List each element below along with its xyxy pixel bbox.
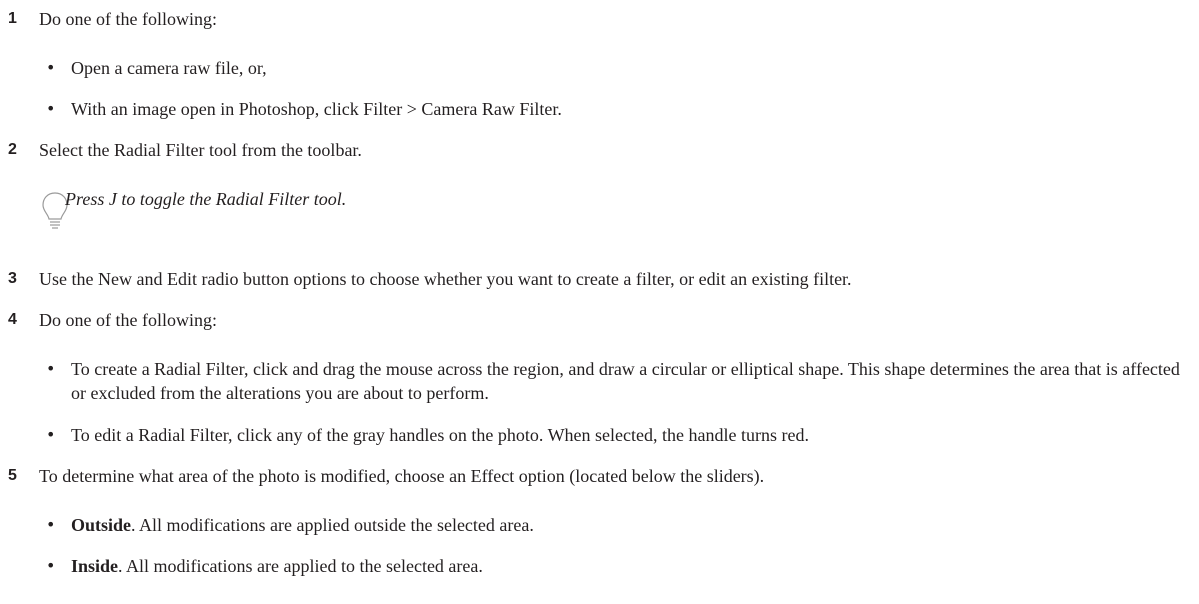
- option-term: Outside: [71, 515, 132, 535]
- option-description: . All modifications are applied outside …: [131, 515, 534, 535]
- step-number: 2: [8, 141, 17, 158]
- document-page: 1 Do one of the following: • Open a came…: [0, 0, 1199, 604]
- step-text: Select the Radial Filter tool from the t…: [39, 140, 362, 160]
- step-number: 5: [8, 467, 17, 484]
- step-number: 4: [8, 311, 17, 328]
- list-item-text: With an image open in Photoshop, click F…: [71, 99, 562, 119]
- bullet-icon: •: [46, 58, 56, 77]
- step-text: To determine what area of the photo is m…: [39, 466, 765, 486]
- list-item-text: Outside. All modifications are applied o…: [71, 513, 534, 537]
- tip-note: Press J to toggle the Radial Filter tool…: [41, 187, 1141, 257]
- list-item-text: To create a Radial Filter, click and dra…: [71, 359, 1180, 403]
- step-text: Use the New and Edit radio button option…: [39, 269, 852, 289]
- list-item-text: Inside. All modifications are applied to…: [71, 554, 483, 578]
- list-item-text: To edit a Radial Filter, click any of th…: [71, 425, 809, 445]
- option-description: . All modifications are applied to the s…: [118, 556, 483, 576]
- step-number: 1: [8, 10, 17, 27]
- list-item-text: Open a camera raw file, or,: [71, 58, 267, 78]
- step-text: Do one of the following:: [39, 310, 217, 330]
- bullet-icon: •: [46, 515, 56, 534]
- bullet-icon: •: [46, 359, 56, 378]
- step-number: 3: [8, 270, 17, 287]
- option-term: Inside: [71, 556, 119, 576]
- bullet-icon: •: [46, 425, 56, 444]
- bullet-icon: •: [46, 99, 56, 118]
- tip-text: Press J to toggle the Radial Filter tool…: [65, 189, 347, 209]
- bullet-icon: •: [46, 556, 56, 575]
- step-text: Do one of the following:: [39, 9, 217, 29]
